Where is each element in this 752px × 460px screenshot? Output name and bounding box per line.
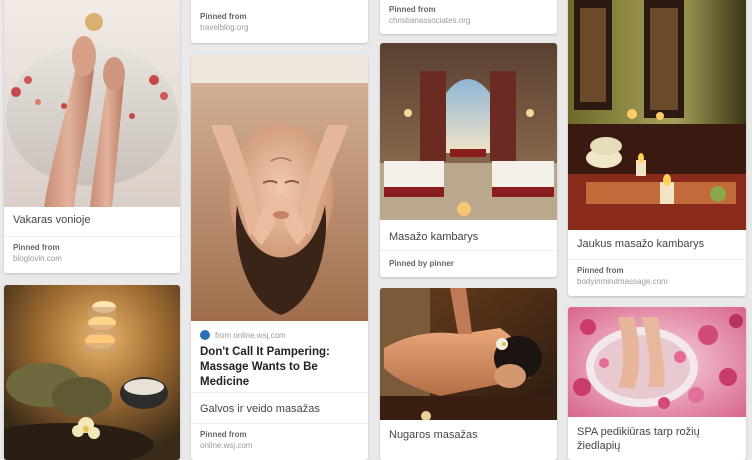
pin-card-christianassociates[interactable]: Pinned from christianassociates.org: [380, 0, 557, 34]
pin-headline[interactable]: Don't Call It Pampering: Massage Wants t…: [200, 345, 359, 390]
pin-attribution[interactable]: Pinned from bloglovin.com: [4, 236, 180, 273]
attribution-title: Pinned from: [200, 430, 247, 439]
attribution-title: Pinned from: [577, 266, 624, 275]
pin-description: Masažo kambarys: [389, 231, 479, 243]
pin-card-back-massage[interactable]: Nugaros masažas: [380, 288, 557, 460]
attribution-source[interactable]: christianassociates.org: [389, 16, 548, 25]
pin-image[interactable]: [191, 55, 368, 321]
attribution-title: Pinned from: [389, 5, 436, 14]
pin-source-line[interactable]: from online.wsj.com: [200, 328, 359, 342]
pin-image[interactable]: [4, 285, 180, 460]
pin-attribution[interactable]: Pinned from travelblog.org: [191, 6, 368, 32]
pin-attribution[interactable]: Pinned by pinner: [380, 250, 557, 277]
pin-attribution[interactable]: Pinned from bodyinmindmassage.com: [568, 259, 746, 296]
pin-image[interactable]: [380, 43, 557, 220]
source-text[interactable]: from online.wsj.com: [215, 331, 286, 340]
attribution-source[interactable]: travelblog.org: [200, 23, 359, 32]
pin-description: Galvos ir veido masažas: [200, 403, 320, 415]
pin-description-row: Galvos ir veido masažas: [191, 392, 368, 423]
pin-description: SPA pedikiūras tarp rožių žiedlapių: [577, 426, 700, 452]
pin-image[interactable]: [568, 307, 746, 417]
attribution-source[interactable]: bodyinmindmassage.com: [577, 277, 737, 286]
attribution-source[interactable]: bloglovin.com: [13, 254, 171, 263]
pin-card-bath[interactable]: Vakaras vonioje Pinned from bloglovin.co…: [4, 0, 180, 273]
pin-image[interactable]: [568, 0, 746, 230]
attribution-source[interactable]: online.wsj.com: [200, 441, 359, 450]
attribution-title: Pinned from: [13, 243, 60, 252]
pin-card-massage-room[interactable]: Masažo kambarys Pinned by pinner: [380, 43, 557, 277]
pin-description: Vakaras vonioje: [13, 214, 91, 226]
pin-image[interactable]: [4, 0, 180, 207]
pin-attribution[interactable]: Pinned from online.wsj.com: [191, 423, 368, 460]
pin-card-facial[interactable]: from online.wsj.com Don't Call It Pamper…: [191, 55, 368, 460]
attribution-title: Pinned from: [200, 12, 247, 21]
source-site-icon: [200, 330, 210, 340]
pin-card-cozy-room[interactable]: Jaukus masažo kambarys Pinned from bodyi…: [568, 0, 746, 296]
pin-description: Nugaros masažas: [389, 429, 478, 441]
attribution-title: Pinned by pinner: [389, 259, 454, 268]
pin-card-pedicure[interactable]: SPA pedikiūras tarp rožių žiedlapių: [568, 307, 746, 460]
pin-card-candles[interactable]: [4, 285, 180, 460]
pin-attribution[interactable]: Pinned from christianassociates.org: [380, 0, 557, 25]
pin-image[interactable]: [380, 288, 557, 420]
pin-description: Jaukus masažo kambarys: [577, 238, 705, 250]
pin-card-travelblog[interactable]: Pinned from travelblog.org: [191, 0, 368, 43]
